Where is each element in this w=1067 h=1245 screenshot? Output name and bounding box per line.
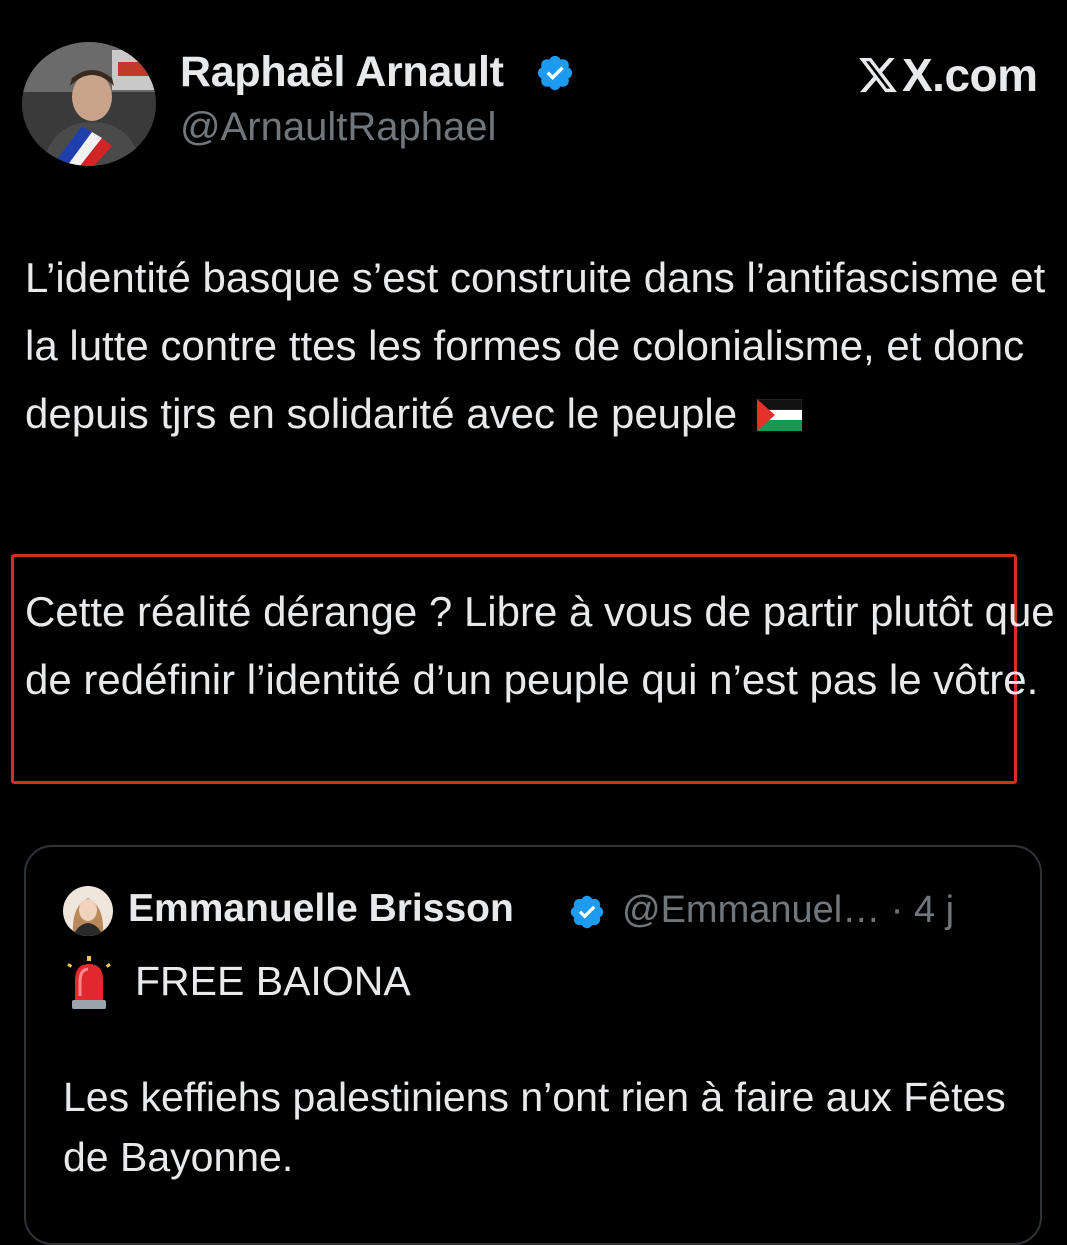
- author-name[interactable]: Raphaël Arnault: [180, 48, 504, 97]
- quoted-author-name[interactable]: Emmanuelle Brisson: [128, 887, 514, 931]
- tweet-text-highlighted: Cette réalité dérange ? Libre à vous de …: [25, 588, 1055, 703]
- x-brand-logo: X.com: [856, 49, 1038, 101]
- author-handle[interactable]: @ArnaultRaphael: [180, 105, 496, 150]
- verified-badge-icon: [570, 895, 604, 929]
- verified-badge-icon: [537, 55, 573, 91]
- quoted-author-avatar[interactable]: [63, 886, 113, 936]
- palestine-flag-icon: [756, 399, 802, 431]
- author-avatar[interactable]: [22, 42, 156, 166]
- brand-text: X.com: [902, 49, 1038, 101]
- quoted-avatar-photo: [63, 886, 113, 936]
- rotating-light-icon: [67, 956, 111, 1009]
- quoted-tweet-headline: FREE BAIONA: [135, 958, 411, 1004]
- avatar-photo: [22, 42, 156, 166]
- tweet-text: L’identité basque s’est construite dans …: [25, 244, 1055, 448]
- tweet-text-main: L’identité basque s’est construite dans …: [25, 254, 1046, 437]
- quoted-tweet-text: Les keffiehs palestiniens n’ont rien à f…: [63, 1074, 1006, 1180]
- quoted-author-handle[interactable]: @Emmanuel… · 4 j: [622, 889, 954, 932]
- x-logo-icon: [859, 57, 897, 93]
